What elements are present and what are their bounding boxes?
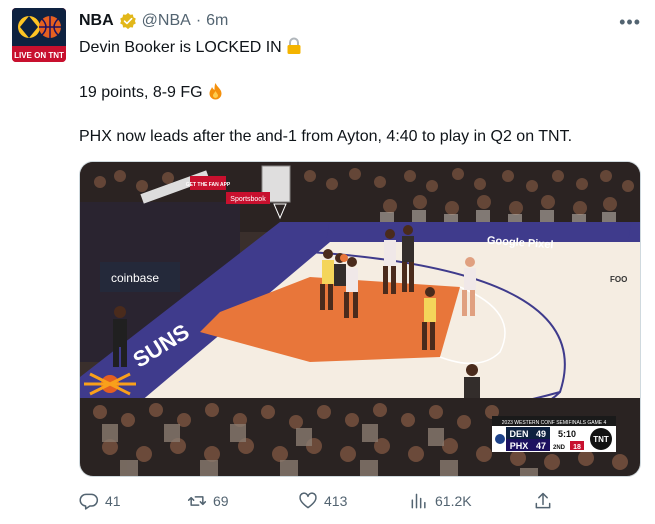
retweet-button[interactable]: 69 — [187, 491, 229, 511]
scorebug-network: TNT — [593, 435, 609, 444]
reply-icon — [79, 491, 99, 511]
reply-button[interactable]: 41 — [79, 491, 121, 511]
heart-icon — [298, 491, 318, 511]
retweet-count: 69 — [213, 493, 229, 509]
share-button[interactable] — [533, 491, 553, 511]
scorebug-clock: 5:10 — [558, 429, 576, 439]
like-button[interactable]: 413 — [298, 491, 347, 511]
retweet-icon — [187, 491, 207, 511]
share-icon — [533, 491, 553, 511]
scorebug-team1: DEN — [509, 429, 528, 439]
arena-banner: Sportsbook — [230, 196, 266, 203]
scorebug-score2: 47 — [536, 441, 546, 451]
author-handle[interactable]: @NBA — [142, 12, 191, 30]
views-count: 61.2K — [435, 493, 472, 509]
scorebug-period: 2ND — [553, 445, 566, 451]
separator-dot: · — [195, 12, 202, 29]
action-bar: 41 69 413 61.2K — [79, 491, 559, 517]
avatar[interactable]: LIVE ON TNT — [12, 8, 66, 62]
fire-icon — [207, 82, 224, 106]
scorebug-team2: PHX — [510, 441, 529, 451]
more-options-icon[interactable]: ••• — [619, 12, 641, 33]
verified-badge-icon — [119, 12, 137, 30]
tweet-header: NBA @NBA · 6m — [79, 11, 228, 31]
reply-count: 41 — [105, 493, 121, 509]
video-media[interactable]: Google Pixel GET THE FAN APP Sportsbook … — [79, 161, 641, 477]
timestamp[interactable]: 6m — [206, 12, 228, 30]
lock-icon — [286, 37, 302, 61]
like-count: 413 — [324, 493, 348, 509]
svg-text:FOO: FOO — [610, 275, 627, 284]
tweet-text-2: 19 points, 8-9 FG — [79, 84, 203, 101]
author-name[interactable]: NBA — [79, 12, 114, 30]
top-sign: GET THE FAN APP — [186, 182, 231, 188]
scorebug-header: 2023 WESTERN CONF SEMIFINALS GAME 4 — [502, 420, 607, 426]
views-icon — [409, 491, 429, 511]
tweet-text-line1: Devin Booker is LOCKED IN — [79, 37, 302, 61]
scorebug-score1: 49 — [536, 429, 546, 439]
scorebug-shot-clock: 18 — [573, 444, 581, 451]
tweet-text-1: Devin Booker is LOCKED IN — [79, 39, 282, 56]
tweet-text-line3: PHX now leads after the and-1 from Ayton… — [79, 128, 573, 145]
avatar-label: LIVE ON TNT — [14, 51, 64, 60]
tweet-text-line2: 19 points, 8-9 FG — [79, 82, 224, 106]
views-button[interactable]: 61.2K — [409, 491, 472, 511]
courtside-sponsor: coinbase — [111, 271, 159, 285]
scorebug: 2023 WESTERN CONF SEMIFINALS GAME 4 DEN … — [492, 416, 616, 452]
